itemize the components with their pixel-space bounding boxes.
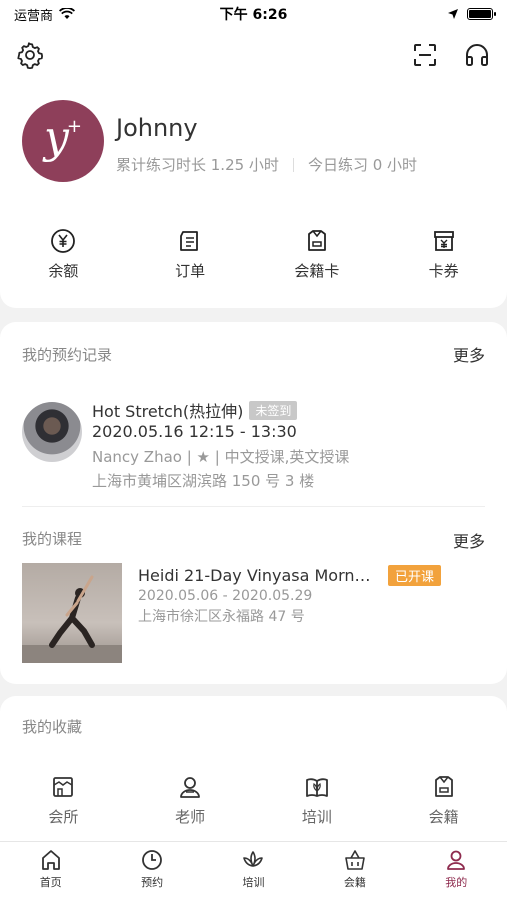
stats-divider	[292, 157, 294, 172]
quick-action-label: 订单	[175, 262, 206, 280]
course-item-title[interactable]: Heidi 21-Day Vinyasa Morning	[138, 566, 374, 585]
tab-label: 预约	[141, 876, 164, 889]
quick-action-label: 卡券	[428, 262, 459, 280]
bookings-more-link[interactable]: 更多	[453, 342, 485, 366]
booking-teacher-avatar	[22, 402, 82, 462]
status-right	[447, 8, 496, 20]
settings-button[interactable]	[15, 40, 45, 70]
clock-icon	[142, 850, 162, 870]
scan-icon	[414, 44, 436, 66]
bookings-section-title: 我的预约记录	[22, 346, 113, 364]
booking-item-title[interactable]: Hot Stretch(热拉伸) 未签到	[92, 398, 298, 422]
tab-label: 我的	[445, 876, 468, 889]
favorites-section-title: 我的收藏	[22, 718, 83, 736]
teacher-icon	[180, 777, 201, 798]
course-status-badge: 已开课	[388, 565, 442, 586]
gear-icon	[17, 42, 43, 69]
user-name: Johnny	[116, 114, 198, 142]
favorite-label: 老师	[175, 808, 206, 826]
coupon-icon	[433, 231, 454, 251]
status-time: 下午 6:26	[219, 7, 288, 23]
booking-class-name: Hot Stretch(热拉伸)	[92, 402, 244, 421]
avatar-plus: +	[66, 115, 82, 137]
location-arrow-icon	[448, 9, 458, 19]
booking-status-badge: 未签到	[249, 400, 298, 420]
favorite-teachers[interactable]: 老师	[127, 774, 254, 827]
quick-action-label: 会籍卡	[294, 262, 340, 280]
quick-action-label: 余额	[48, 262, 79, 280]
basket-icon	[345, 850, 365, 870]
quick-action-balance[interactable]: 余额	[0, 228, 127, 281]
avatar-letter: y	[44, 112, 69, 163]
user-avatar[interactable]: y +	[22, 100, 104, 182]
carrier-label: 运营商	[14, 8, 54, 24]
membership-card-icon	[307, 230, 326, 251]
order-icon	[180, 231, 199, 251]
favorite-label: 会籍	[428, 808, 459, 826]
section-divider	[22, 506, 485, 507]
quick-action-orders[interactable]: 订单	[127, 228, 254, 281]
favorites-row: 会所 老师 培训 会籍	[0, 774, 507, 827]
quick-action-coupons[interactable]: 卡券	[380, 228, 507, 281]
course-address: 上海市徐汇区永福路 47 号	[138, 609, 305, 625]
profile-card: y + Johnny 累计练习时长 1.25 小时 今日练习 0 小时 余额 订…	[0, 28, 507, 308]
lotus-icon	[243, 851, 264, 867]
tab-label: 会籍	[343, 876, 366, 889]
favorite-memberships[interactable]: 会籍	[380, 774, 507, 827]
training-book-icon	[305, 778, 328, 797]
booking-time: 2020.05.16 12:15 - 13:30	[92, 422, 297, 441]
headset-button[interactable]	[462, 40, 492, 70]
tab-membership[interactable]: 会籍	[304, 842, 405, 900]
yuan-circle-icon	[51, 229, 76, 253]
today-practice-time: 今日练习 0 小时	[307, 156, 418, 174]
booking-address: 上海市黄埔区湖滨路 150 号 3 楼	[92, 472, 315, 490]
favorite-label: 培训	[301, 808, 332, 826]
favorite-studios[interactable]: 会所	[0, 774, 127, 827]
user-stats: 累计练习时长 1.25 小时 今日练习 0 小时	[116, 154, 417, 175]
home-icon	[41, 850, 60, 870]
tab-label: 首页	[39, 876, 62, 889]
profile-toolbar	[0, 40, 507, 72]
total-practice-time: 累计练习时长 1.25 小时	[116, 156, 279, 174]
tab-training[interactable]: 培训	[203, 842, 304, 900]
courses-more-link[interactable]: 更多	[453, 528, 485, 552]
course-dates: 2020.05.06 - 2020.05.29	[138, 588, 313, 604]
membership-icon	[434, 776, 453, 797]
bottom-tab-bar: 首页 预约 培训 会籍 我的	[0, 841, 507, 900]
tab-label: 培训	[242, 876, 265, 889]
favorites-card: 我的收藏 会所 老师 培训 会籍	[0, 696, 507, 846]
favorite-label: 会所	[48, 808, 79, 826]
tab-home[interactable]: 首页	[0, 842, 101, 900]
wifi-icon	[59, 8, 76, 19]
yoga-pose-image	[22, 575, 122, 663]
studio-icon	[53, 777, 74, 797]
activity-card: 我的预约记录 更多 Hot Stretch(热拉伸) 未签到 2020.05.1…	[0, 322, 507, 684]
tab-mine[interactable]: 我的	[406, 842, 507, 900]
battery-fill	[469, 10, 491, 18]
courses-section-title: 我的课程	[22, 530, 83, 548]
headset-icon	[466, 44, 488, 66]
status-bar: 运营商 下午 6:26	[0, 0, 507, 28]
quick-actions: 余额 订单 会籍卡 卡券	[0, 228, 507, 281]
favorite-trainings[interactable]: 培训	[254, 774, 381, 827]
battery-icon	[467, 8, 496, 20]
status-left: 运营商	[14, 5, 76, 24]
quick-action-membership-card[interactable]: 会籍卡	[254, 228, 381, 281]
person-icon	[447, 850, 466, 870]
course-thumbnail[interactable]	[22, 563, 122, 663]
booking-teacher-info: Nancy Zhao | ★ | 中文授课,英文授课	[92, 448, 350, 466]
tab-booking[interactable]: 预约	[101, 842, 202, 900]
scan-button[interactable]	[410, 40, 440, 70]
